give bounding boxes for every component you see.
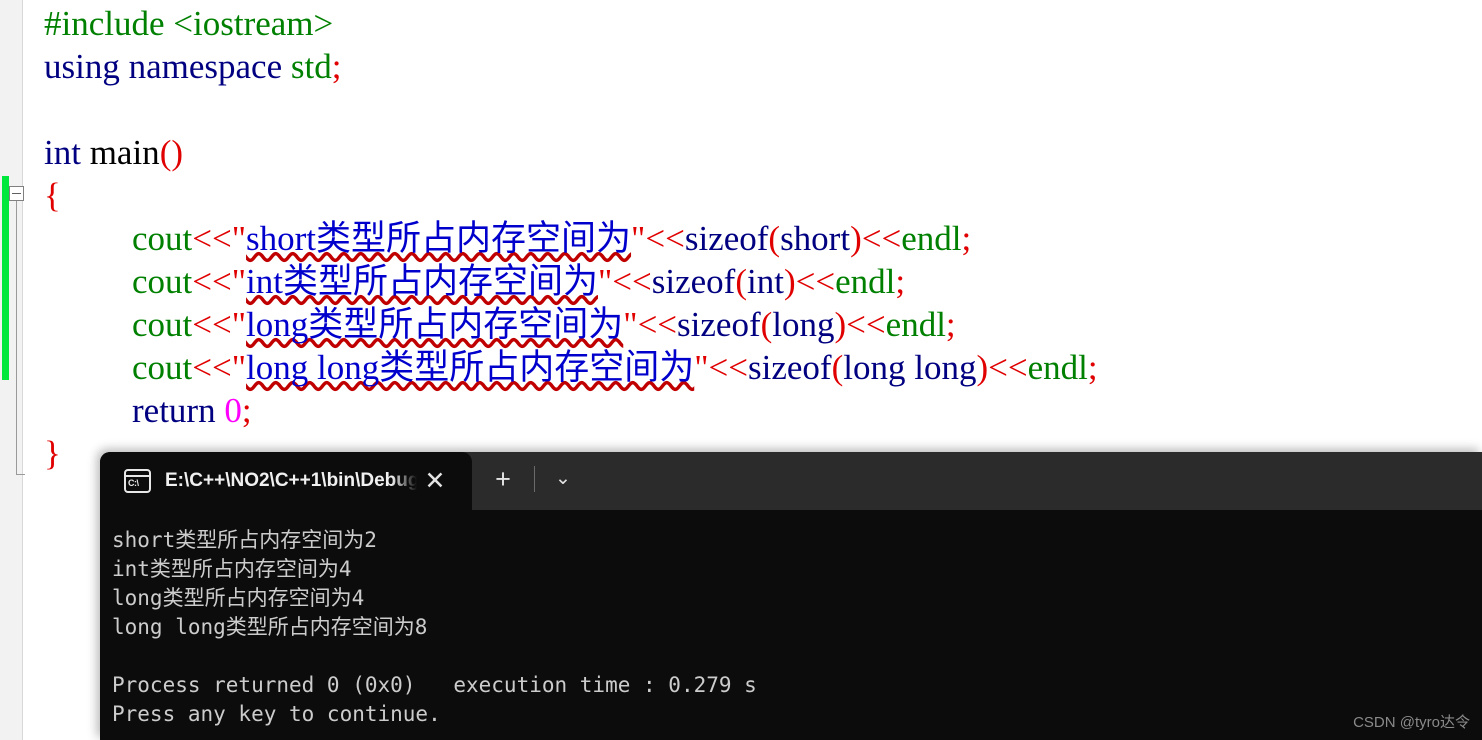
change-indicator-bar [2,176,9,380]
code-token: " [597,262,613,301]
code-token: long [772,305,835,344]
code-token: sizeof [677,305,761,344]
code-line: int main() [22,131,1482,174]
code-token: ; [945,305,956,344]
terminal-line: short类型所占内存空间为2 [112,528,377,552]
code-token: cout [132,262,193,301]
code-token: ; [961,219,972,258]
code-token: namespace [128,47,283,86]
terminal-line: Process returned 0 (0x0) execution time … [112,673,757,697]
code-line: cout<<"long类型所占内存空间为"<<sizeof(long)<<end… [22,303,1482,346]
watermark-text: CSDN @tyro达令 [1353,714,1470,731]
code-token: int类型所占内存空间为 [246,262,598,301]
code-token: ( [735,262,747,301]
terminal-tab-title: E:\C++\NO2\C++1\bin\Debug [165,470,417,491]
code-token: endl [885,305,946,344]
chevron-down-icon[interactable]: ⌄ [535,452,591,510]
code-line: cout<<"short类型所占内存空间为"<<sizeof(short)<<e… [22,217,1482,260]
code-token: <<" [192,219,247,258]
code-token: ( [831,348,844,387]
code-token: ( [768,219,781,258]
code-token: std [290,47,332,86]
code-token: << [708,348,749,387]
code-token: " [694,348,709,387]
code-token: { [44,176,61,215]
code-token: ) [834,305,847,344]
code-token: using [44,47,120,86]
terminal-tab[interactable]: C:\ E:\C++\NO2\C++1\bin\Debug ✕ [100,452,472,510]
code-token: () [159,133,183,172]
code-token: sizeof [651,262,736,301]
terminal-window[interactable]: C:\ E:\C++\NO2\C++1\bin\Debug ✕ + ⌄ shor… [100,452,1482,740]
code-token: <<" [192,348,247,387]
code-token: short [780,219,851,258]
code-token: endl [835,262,896,301]
code-token: long long类型所占内存空间为 [246,348,695,387]
code-token: <<" [192,305,247,344]
code-line: return 0; [22,389,1482,432]
terminal-output[interactable]: short类型所占内存空间为2 int类型所占内存空间为4 long类型所占内存空间… [100,510,1482,729]
code-token: << [988,348,1028,387]
code-token: 0 [224,391,242,430]
code-token: << [637,305,678,344]
code-token: << [612,262,652,301]
code-line: cout<<"int类型所占内存空间为"<<sizeof(int)<<endl; [22,260,1482,303]
code-token: long类型所占内存空间为 [246,305,624,344]
editor-gutter [0,0,25,740]
code-token: int [44,133,81,172]
code-token: " [623,305,638,344]
code-token: sizeof [684,219,769,258]
code-token: <<" [192,262,247,301]
code-token: ; [1087,348,1098,387]
code-line: #include <iostream> [22,2,1482,45]
code-token: main [89,133,160,172]
code-token: cout [132,305,193,344]
code-token: } [44,434,61,473]
code-token: cout [132,219,193,258]
code-token: << [846,305,886,344]
code-content[interactable]: #include <iostream> using namespace std; … [22,0,1482,475]
code-token: sizeof [748,348,832,387]
console-cmd-icon: C:\ [124,469,151,493]
code-token: long long [843,348,977,387]
terminal-line: long long类型所占内存空间为8 [112,615,428,639]
code-token: ) [976,348,989,387]
code-token: endl [1027,348,1088,387]
new-tab-button[interactable]: + [472,452,534,510]
code-line: { [22,174,1482,217]
code-token: short类型所占内存空间为 [246,219,632,258]
terminal-tab-bar: C:\ E:\C++\NO2\C++1\bin\Debug ✕ + ⌄ [100,452,1482,510]
code-line: cout<<"long long类型所占内存空间为"<<sizeof(long … [22,346,1482,389]
code-token: ) [783,262,796,301]
code-token: ; [895,262,906,301]
console-icon-label: C:\ [128,478,139,488]
code-token: return [132,391,216,430]
code-token: ) [850,219,862,258]
code-token: #include <iostream> [44,4,334,43]
terminal-line: long类型所占内存空间为4 [112,586,365,610]
terminal-line: int类型所占内存空间为4 [112,557,352,581]
code-token: << [861,219,902,258]
code-token: ; [331,47,342,86]
code-token: ; [241,391,252,430]
code-token: " [631,219,646,258]
close-icon[interactable]: ✕ [422,468,448,494]
code-token: ( [760,305,773,344]
code-token: << [645,219,685,258]
fold-guide-line [16,201,17,475]
code-token: int [747,262,784,301]
terminal-line: Press any key to continue. [112,702,441,726]
code-token: cout [132,348,193,387]
code-token: << [795,262,836,301]
code-token: endl [901,219,962,258]
code-line: using namespace std; [22,45,1482,88]
